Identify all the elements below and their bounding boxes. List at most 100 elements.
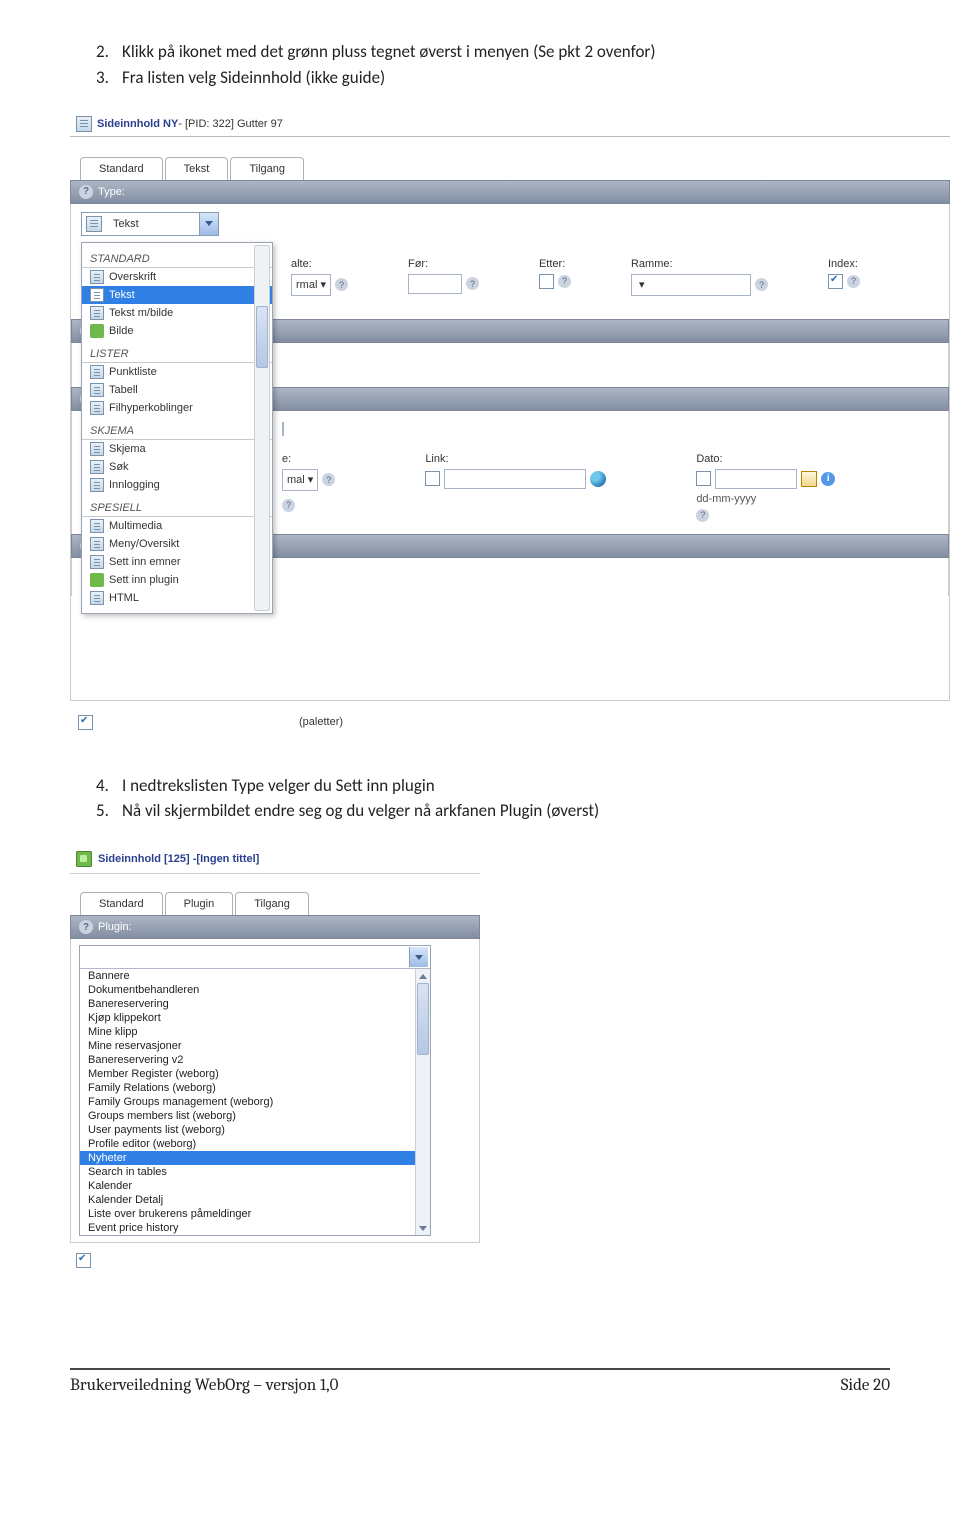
link-checkbox[interactable] (425, 471, 440, 486)
plugin-option[interactable]: Profile editor (weborg) (80, 1137, 430, 1151)
table-icon (90, 383, 104, 397)
plugin-option[interactable]: Kalender Detalj (80, 1193, 430, 1207)
type-option-sett-emner[interactable]: Sett inn emner (82, 553, 272, 571)
label-link: Link: (425, 453, 606, 465)
help-icon[interactable]: ? (466, 277, 479, 290)
type-option-tekst-bilde[interactable]: Tekst m/bilde (82, 304, 272, 322)
search-icon (90, 460, 104, 474)
tab-standard[interactable]: Standard (80, 157, 163, 180)
plugin-option[interactable]: Member Register (weborg) (80, 1067, 430, 1081)
plugin-option[interactable]: Kjøp klippekort (80, 1011, 430, 1025)
type-option-tabell[interactable]: Tabell (82, 381, 272, 399)
globe-icon[interactable] (590, 471, 606, 487)
footer-left: Brukerveiledning WebOrg – versjon 1,0 (70, 1376, 338, 1395)
type-option-filhyper[interactable]: Filhyperkoblinger (82, 399, 272, 417)
plugin-option[interactable]: Family Relations (weborg) (80, 1081, 430, 1095)
etter-checkbox[interactable] (539, 274, 554, 289)
type-option-tekst[interactable]: Tekst (82, 286, 272, 304)
help-icon[interactable]: ? (755, 278, 768, 291)
plugin-option[interactable]: Banereservering v2 (80, 1053, 430, 1067)
chevron-down-icon[interactable] (199, 213, 218, 235)
help-icon[interactable]: ? (335, 278, 348, 291)
plugin-option[interactable]: Mine klipp (80, 1025, 430, 1039)
instr-2-text: Klikk på ikonet med det grønn pluss tegn… (122, 40, 656, 64)
help-icon[interactable]: ? (282, 499, 295, 512)
help-icon[interactable]: ? (558, 275, 571, 288)
plugin-option[interactable]: Search in tables (80, 1165, 430, 1179)
scrollbar-thumb[interactable] (256, 306, 268, 368)
dato-input[interactable] (715, 469, 797, 489)
tab2-tilgang[interactable]: Tilgang (235, 892, 309, 915)
bottom-checkbox[interactable] (76, 1253, 91, 1268)
help-icon[interactable]: ? (79, 920, 93, 934)
help-icon[interactable]: ? (696, 509, 709, 522)
scroll-up-icon[interactable] (416, 969, 430, 983)
chevron-down-icon[interactable] (409, 947, 428, 967)
paletter-checkbox[interactable] (78, 715, 93, 730)
help-icon[interactable]: ? (847, 275, 860, 288)
tab-tilgang[interactable]: Tilgang (230, 157, 304, 180)
help-icon[interactable]: ? (322, 473, 335, 486)
instr-2-num: 2. (96, 40, 122, 64)
plugin-option[interactable]: Liste over brukerens påmeldinger (80, 1207, 430, 1221)
menu-icon (90, 537, 104, 551)
instruction-list-2: 4.I nedtrekslisten Type velger du Sett i… (96, 774, 890, 824)
scrollbar-thumb[interactable] (417, 983, 429, 1055)
type-option-overskrift[interactable]: Overskrift (82, 268, 272, 286)
label-ramme: Ramme: (631, 258, 768, 270)
text-input[interactable] (282, 422, 284, 436)
plugin-option[interactable]: Nyheter (80, 1151, 430, 1165)
index-checkbox[interactable] (828, 274, 843, 289)
instr-3-text: Fra listen velg Sideinnhold (ikke guide) (122, 66, 385, 90)
type-option-sok[interactable]: Søk (82, 458, 272, 476)
label-etter: Etter: (539, 258, 571, 270)
instr-5-num: 5. (96, 799, 122, 823)
plugin-option[interactable]: Kalender (80, 1179, 430, 1193)
type-option-innlogging[interactable]: Innlogging (82, 476, 272, 494)
e-select[interactable]: mal ▾ (282, 469, 318, 491)
title1-pid: - [PID: 322] Gutter 97 (178, 118, 283, 130)
scroll-down-icon[interactable] (416, 1221, 430, 1235)
plugin-option[interactable]: Family Groups management (weborg) (80, 1095, 430, 1109)
tab-tekst[interactable]: Tekst (165, 157, 229, 180)
help-icon[interactable]: ? (79, 185, 93, 199)
link-input[interactable] (444, 469, 586, 489)
screenshot-plugin-dropdown: Sideinnhold [125] - [Ingen tittel] Stand… (70, 845, 480, 1268)
instr-4-text: I nedtrekslisten Type velger du Sett inn… (122, 774, 435, 798)
window-title-2: Sideinnhold [125] - [Ingen tittel] (70, 845, 480, 874)
type-option-sett-plugin[interactable]: Sett inn plugin (82, 571, 272, 589)
dropdown-scrollbar[interactable] (415, 969, 430, 1235)
plugin-option[interactable]: Mine reservasjoner (80, 1039, 430, 1053)
type-option-multimedia[interactable]: Multimedia (82, 517, 272, 535)
type-option-html[interactable]: HTML (82, 589, 272, 607)
group-standard: STANDARD (82, 249, 272, 268)
plugin-option[interactable]: Event price history (80, 1221, 430, 1235)
tab2-plugin[interactable]: Plugin (165, 892, 234, 915)
for-input[interactable] (408, 274, 462, 294)
plugin-option[interactable]: Bannere (80, 969, 430, 983)
info-icon[interactable]: i (821, 472, 835, 486)
window-title-1: Sideinnhold NY - [PID: 322] Gutter 97 (70, 112, 950, 137)
instr-5-text: Nå vil skjermbildet endre seg og du velg… (122, 799, 599, 823)
label-e: e: (282, 453, 335, 465)
plugin-option[interactable]: Dokumentbehandleren (80, 983, 430, 997)
type-option-skjema[interactable]: Skjema (82, 440, 272, 458)
plugin-label: Plugin: (98, 921, 132, 933)
dropdown-scrollbar[interactable] (254, 245, 270, 611)
type-option-punktliste[interactable]: Punktliste (82, 363, 272, 381)
calendar-icon[interactable] (801, 471, 817, 487)
dato-checkbox[interactable] (696, 471, 711, 486)
label-index: Index: (828, 258, 860, 270)
plugin-option[interactable]: Groups members list (weborg) (80, 1109, 430, 1123)
title2-sub: [Ingen tittel] (196, 853, 259, 865)
type-option-bilde[interactable]: Bilde (82, 322, 272, 340)
tab2-standard[interactable]: Standard (80, 892, 163, 915)
plugin-option[interactable]: Banereservering (80, 997, 430, 1011)
plugin-option[interactable]: User payments list (weborg) (80, 1123, 430, 1137)
plugin-dropdown[interactable]: BannereDokumentbehandlerenBanereserverin… (79, 945, 431, 1236)
type-dropdown[interactable]: Tekst (81, 212, 219, 236)
alte-select[interactable]: rmal ▾ (291, 274, 331, 296)
ramme-select[interactable]: ▾ (631, 274, 751, 296)
type-option-meny[interactable]: Meny/Oversikt (82, 535, 272, 553)
topics-icon (90, 555, 104, 569)
